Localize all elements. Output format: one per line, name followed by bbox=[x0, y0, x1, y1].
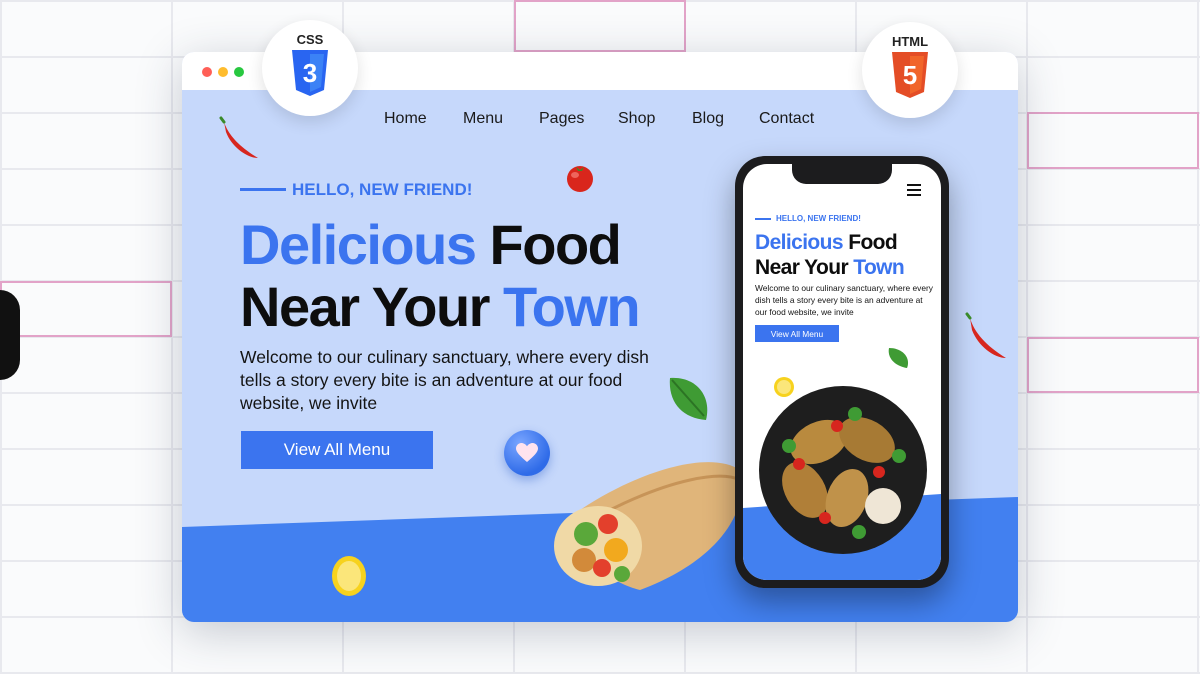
window-maximize-button[interactable] bbox=[234, 67, 244, 77]
nav-blog[interactable]: Blog bbox=[692, 110, 724, 128]
nav-menu[interactable]: Menu bbox=[463, 110, 503, 128]
mobile-kicker: HELLO, NEW FRIEND! bbox=[776, 214, 861, 223]
basil-leaf-icon bbox=[669, 377, 708, 420]
hamburger-menu-icon[interactable] bbox=[907, 184, 921, 196]
mobile-heading-words-near-your: Near Your bbox=[755, 256, 849, 279]
mobile-heading-word-delicious: Delicious bbox=[755, 231, 844, 254]
heading-word-delicious: Delicious bbox=[240, 213, 477, 276]
css3-logo-glyph: 3 bbox=[303, 58, 317, 88]
mobile-view-all-menu-button[interactable]: View All Menu bbox=[755, 325, 839, 342]
heading-words-near-your: Near Your bbox=[240, 275, 490, 338]
nav-contact[interactable]: Contact bbox=[759, 110, 814, 128]
mobile-heading-word-food: Food bbox=[848, 231, 898, 254]
nav-pages[interactable]: Pages bbox=[539, 110, 584, 128]
browser-window: Home Menu Pages Shop Blog Contact HELLO,… bbox=[182, 52, 1018, 622]
html-badge: HTML 5 bbox=[862, 22, 958, 118]
mobile-phone-mockup: HELLO, NEW FRIEND! Delicious Food Near Y… bbox=[735, 156, 949, 588]
window-minimize-button[interactable] bbox=[218, 67, 228, 77]
decor-blob bbox=[0, 290, 20, 380]
html5-logo-glyph: 5 bbox=[903, 60, 917, 90]
mobile-basil-leaf-icon bbox=[888, 348, 909, 368]
mobile-heading: Delicious Food Near Your Town bbox=[755, 230, 905, 280]
heading-word-food: Food bbox=[489, 213, 622, 276]
mobile-description: Welcome to our culinary sanctuary, where… bbox=[755, 283, 933, 317]
burrito-wrap-image bbox=[554, 462, 742, 590]
chili-pepper-icon bbox=[965, 312, 1006, 358]
mobile-lemon-icon bbox=[774, 377, 794, 397]
css-badge-label: CSS bbox=[296, 32, 324, 47]
decor-frame bbox=[1027, 337, 1199, 393]
nav-home[interactable]: Home bbox=[384, 110, 427, 128]
hero-description: Welcome to our culinary sanctuary, where… bbox=[240, 347, 649, 413]
css3-logo-icon: 3 bbox=[292, 50, 328, 96]
phone-notch bbox=[792, 164, 892, 184]
tomato-icon bbox=[567, 166, 593, 192]
decor-frame bbox=[514, 0, 686, 52]
css-badge: CSS 3 bbox=[262, 20, 358, 116]
hero-heading: Delicious Food Near Your Town bbox=[240, 213, 641, 338]
mobile-kicker-divider bbox=[755, 218, 771, 220]
window-close-button[interactable] bbox=[202, 67, 212, 77]
nav-shop[interactable]: Shop bbox=[618, 110, 655, 128]
mobile-heading-word-town: Town bbox=[853, 256, 905, 279]
html-badge-label: HTML bbox=[891, 34, 929, 49]
html5-logo-icon: 5 bbox=[892, 52, 928, 98]
kicker-divider bbox=[240, 188, 286, 191]
lemon-slice-icon bbox=[332, 556, 366, 596]
chicken-dish-image bbox=[759, 386, 927, 554]
decor-frame bbox=[0, 281, 172, 337]
view-all-menu-button[interactable]: View All Menu bbox=[241, 431, 433, 469]
hero-kicker: HELLO, NEW FRIEND! bbox=[292, 180, 473, 199]
favorite-heart-icon[interactable] bbox=[504, 430, 550, 476]
heading-word-town: Town bbox=[503, 275, 641, 338]
mobile-screen: HELLO, NEW FRIEND! Delicious Food Near Y… bbox=[743, 164, 941, 580]
decor-frame bbox=[1027, 112, 1199, 169]
